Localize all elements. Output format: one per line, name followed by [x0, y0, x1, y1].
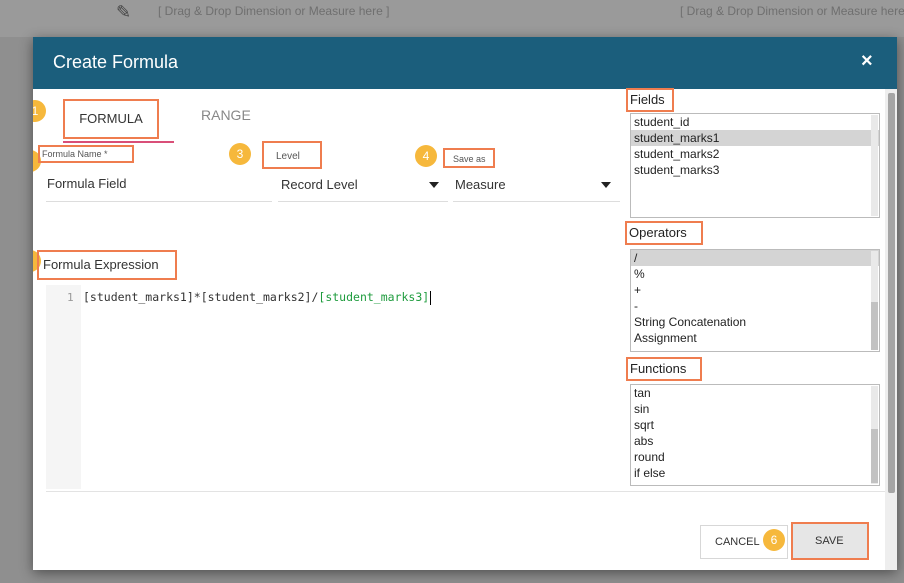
dialog-scroll-thumb[interactable]	[888, 93, 895, 493]
callout-badge-4: 4	[415, 145, 437, 167]
tab-range[interactable]: RANGE	[201, 107, 251, 123]
fields-title: Fields	[626, 88, 674, 112]
functions-list-item[interactable]: sin	[631, 401, 879, 417]
chevron-down-icon[interactable]	[429, 182, 439, 188]
save-button-label: SAVE	[815, 535, 844, 547]
callout-badge-6-overlay: 6	[763, 529, 785, 551]
level-underline	[278, 201, 448, 202]
footer-divider	[46, 491, 888, 492]
code-text: [student_marks1]*[student_marks2]/	[83, 290, 319, 304]
save-button[interactable]: SAVE	[791, 522, 869, 560]
drop-zone-text: [ Drag & Drop Dimension or Measure here …	[158, 4, 390, 18]
functions-list-item[interactable]: tan	[631, 385, 879, 401]
formula-name-underline	[46, 201, 272, 202]
operators-list-item[interactable]: /	[631, 250, 879, 266]
level-label-highlight: Level	[262, 141, 322, 169]
functions-list-item[interactable]: round	[631, 449, 879, 465]
tab-formula[interactable]: FORMULA	[63, 99, 159, 139]
line-number: 1	[67, 291, 74, 304]
formula-name-input[interactable]: Formula Field	[47, 176, 126, 191]
functions-list-item[interactable]: abs	[631, 433, 879, 449]
operators-list[interactable]: /% + - String Concatenation Assignment	[630, 249, 880, 352]
fields-list-item[interactable]: student_marks2	[631, 146, 879, 162]
formula-name-label: Formula Name *	[42, 149, 108, 159]
tab-active-indicator	[63, 141, 174, 143]
formula-editor[interactable]: 1 [student_marks1]*[student_marks2]/[stu…	[46, 285, 619, 489]
fields-list[interactable]: student_id student_marks1 student_marks2 st…	[630, 113, 880, 218]
fields-list-item[interactable]: student_id	[631, 114, 879, 130]
code-line[interactable]: [student_marks1]*[student_marks2]/[stude…	[83, 290, 432, 305]
code-highlight-text: [student_marks3]	[318, 290, 430, 304]
save-as-label: Save as	[453, 154, 486, 164]
save-as-select[interactable]: Measure	[455, 177, 506, 192]
editor-gutter: 1	[46, 285, 81, 489]
dialog-title: Create Formula	[53, 52, 179, 72]
dialog-header: Create Formula ×	[33, 37, 897, 89]
operators-list-item[interactable]: String Concatenation	[631, 314, 879, 330]
close-icon[interactable]: ×	[861, 50, 873, 73]
operators-list-item[interactable]: %	[631, 266, 879, 282]
drop-zone-text: [ Drag & Drop Dimension or Measure here …	[680, 4, 904, 18]
text-cursor	[430, 290, 432, 305]
functions-list[interactable]: tan sin sqrt abs round if else	[630, 384, 880, 486]
pencil-icon: ✎	[116, 2, 132, 22]
level-select[interactable]: Record Level	[281, 177, 358, 192]
save-as-label-highlight: Save as	[443, 148, 495, 168]
fields-list-item[interactable]: student_marks3	[631, 162, 879, 178]
callout-badge-3: 3	[229, 143, 251, 165]
functions-scroll-thumb[interactable]	[871, 429, 878, 483]
operators-list-item[interactable]: +	[631, 282, 879, 298]
create-formula-dialog: Create Formula × FORMULA RANGE 1 2 3 4 5…	[33, 37, 897, 570]
formula-name-label-highlight: Formula Name *	[38, 145, 134, 163]
operators-list-item[interactable]: Assignment	[631, 330, 879, 346]
background-app: ✎ [ Drag & Drop Dimension or Measure her…	[0, 0, 904, 37]
fields-list-item[interactable]: student_marks1	[631, 130, 879, 146]
save-as-underline	[453, 201, 620, 202]
fields-scrollbar[interactable]	[871, 115, 878, 216]
operators-scroll-thumb[interactable]	[871, 302, 878, 350]
functions-title: Functions	[626, 357, 702, 381]
operators-title: Operators	[625, 221, 703, 245]
chevron-down-icon[interactable]	[601, 182, 611, 188]
callout-badge-1: 1	[33, 100, 46, 122]
functions-list-item[interactable]: if else	[631, 465, 879, 481]
functions-list-item[interactable]: sqrt	[631, 417, 879, 433]
level-label: Level	[276, 151, 300, 162]
operators-list-item[interactable]: -	[631, 298, 879, 314]
formula-expression-label: Formula Expression	[37, 250, 177, 280]
